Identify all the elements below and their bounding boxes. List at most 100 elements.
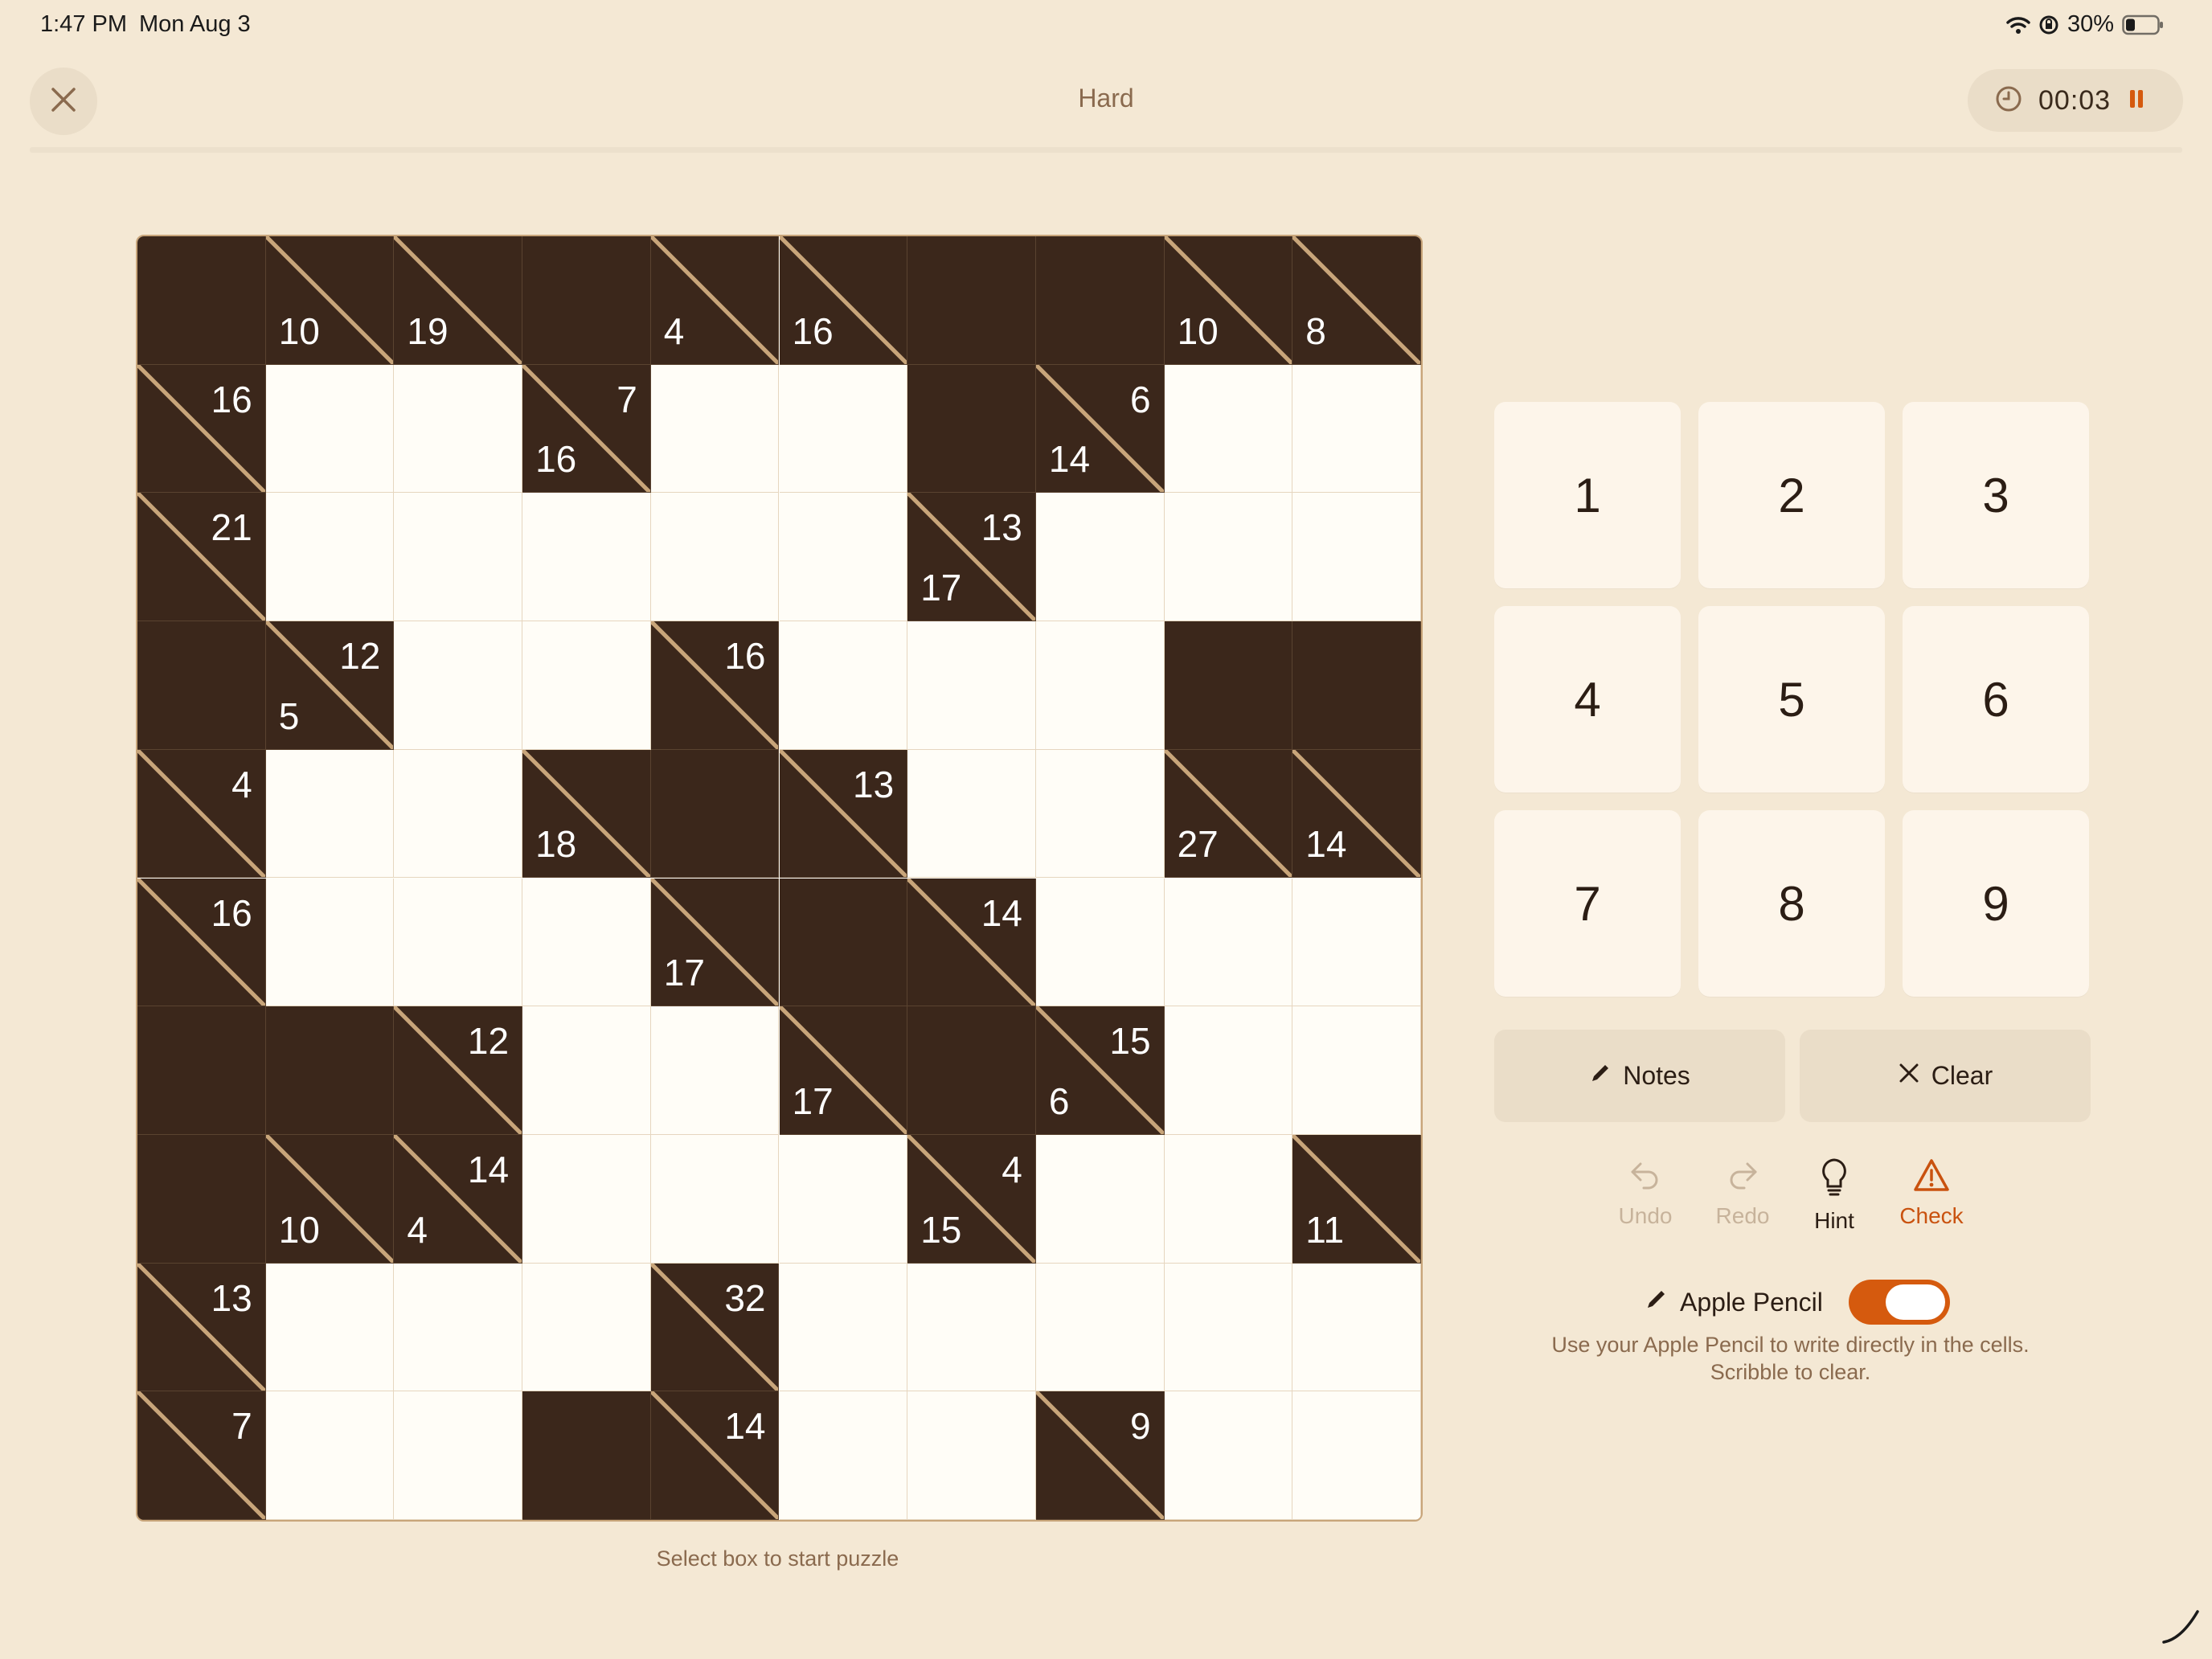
apple-pencil-toggle[interactable] bbox=[1848, 1280, 1950, 1325]
entry-cell[interactable] bbox=[265, 493, 395, 622]
difficulty-title: Hard bbox=[1078, 84, 1134, 113]
entry-cell[interactable] bbox=[1164, 364, 1293, 494]
entry-cell[interactable] bbox=[1292, 1263, 1421, 1392]
across-clue: 21 bbox=[211, 506, 252, 549]
clue-cell: 4 bbox=[650, 236, 780, 365]
entry-cell[interactable] bbox=[779, 621, 908, 750]
timer-value: 00:03 bbox=[2038, 84, 2112, 116]
entry-cell[interactable] bbox=[394, 364, 523, 494]
entry-cell[interactable] bbox=[265, 1391, 395, 1520]
entry-cell[interactable] bbox=[1035, 493, 1165, 622]
lightbulb-icon bbox=[1820, 1157, 1849, 1203]
across-clue: 32 bbox=[724, 1276, 766, 1319]
pause-icon[interactable] bbox=[2128, 88, 2144, 114]
key-6[interactable]: 6 bbox=[1903, 606, 2089, 793]
blocked-cell bbox=[1292, 621, 1421, 750]
clue-cell: 14 bbox=[1292, 749, 1421, 879]
entry-cell[interactable] bbox=[1292, 364, 1421, 494]
timer[interactable]: 00:03 bbox=[1968, 69, 2183, 132]
entry-cell[interactable] bbox=[265, 749, 395, 879]
entry-cell[interactable] bbox=[907, 1263, 1036, 1392]
entry-cell[interactable] bbox=[522, 1134, 651, 1264]
clue-cell: 17 bbox=[650, 878, 780, 1007]
key-8[interactable]: 8 bbox=[1698, 810, 1885, 997]
clue-cell: 16 bbox=[137, 364, 266, 494]
redo-icon bbox=[1725, 1157, 1760, 1198]
entry-cell[interactable] bbox=[1164, 1263, 1293, 1392]
entry-cell[interactable] bbox=[394, 749, 523, 879]
entry-cell[interactable] bbox=[779, 1391, 908, 1520]
entry-cell[interactable] bbox=[1292, 493, 1421, 622]
entry-cell[interactable] bbox=[1164, 1006, 1293, 1135]
entry-cell[interactable] bbox=[1035, 749, 1165, 879]
apple-pencil-description-line1: Use your Apple Pencil to write directly … bbox=[1551, 1333, 2030, 1357]
entry-cell[interactable] bbox=[1164, 493, 1293, 622]
blocked-cell bbox=[779, 878, 908, 1007]
clue-cell: 32 bbox=[650, 1263, 780, 1392]
entry-cell[interactable] bbox=[394, 493, 523, 622]
check-button[interactable]: Check bbox=[1887, 1157, 1976, 1229]
entry-cell[interactable] bbox=[779, 364, 908, 494]
notes-button[interactable]: Notes bbox=[1494, 1030, 1785, 1122]
key-1[interactable]: 1 bbox=[1494, 402, 1681, 588]
battery-icon bbox=[2122, 14, 2164, 35]
entry-cell[interactable] bbox=[907, 1391, 1036, 1520]
entry-cell[interactable] bbox=[650, 1134, 780, 1264]
clear-button[interactable]: Clear bbox=[1800, 1030, 2091, 1122]
entry-cell[interactable] bbox=[394, 621, 523, 750]
entry-cell[interactable] bbox=[1292, 878, 1421, 1007]
entry-cell[interactable] bbox=[265, 1263, 395, 1392]
key-3[interactable]: 3 bbox=[1903, 402, 2089, 588]
entry-cell[interactable] bbox=[650, 493, 780, 622]
entry-cell[interactable] bbox=[394, 878, 523, 1007]
entry-cell[interactable] bbox=[394, 1391, 523, 1520]
entry-cell[interactable] bbox=[265, 364, 395, 494]
apple-pencil-row: Apple Pencil bbox=[1645, 1280, 1950, 1325]
entry-cell[interactable] bbox=[650, 364, 780, 494]
key-2[interactable]: 2 bbox=[1698, 402, 1885, 588]
key-4[interactable]: 4 bbox=[1494, 606, 1681, 793]
entry-cell[interactable] bbox=[1035, 621, 1165, 750]
entry-cell[interactable] bbox=[1164, 1391, 1293, 1520]
hint-button[interactable]: Hint bbox=[1790, 1157, 1878, 1234]
clue-cell: 8 bbox=[1292, 236, 1421, 365]
blocked-cell bbox=[907, 1006, 1036, 1135]
clue-cell: 27 bbox=[1164, 749, 1293, 879]
redo-button[interactable]: Redo bbox=[1698, 1157, 1787, 1229]
entry-cell[interactable] bbox=[779, 1134, 908, 1264]
entry-cell[interactable] bbox=[1164, 1134, 1293, 1264]
entry-cell[interactable] bbox=[650, 1006, 780, 1135]
clue-cell: 10 bbox=[1164, 236, 1293, 365]
entry-cell[interactable] bbox=[907, 621, 1036, 750]
entry-cell[interactable] bbox=[1292, 1006, 1421, 1135]
clear-label: Clear bbox=[1931, 1061, 1993, 1090]
entry-cell[interactable] bbox=[1292, 1391, 1421, 1520]
entry-cell[interactable] bbox=[1164, 878, 1293, 1007]
clue-cell: 19 bbox=[394, 236, 523, 365]
key-5[interactable]: 5 bbox=[1698, 606, 1885, 793]
entry-cell[interactable] bbox=[394, 1263, 523, 1392]
down-clue: 14 bbox=[1048, 438, 1091, 481]
undo-button[interactable]: Undo bbox=[1601, 1157, 1690, 1229]
entry-cell[interactable] bbox=[1035, 878, 1165, 1007]
entry-cell[interactable] bbox=[265, 878, 395, 1007]
key-7[interactable]: 7 bbox=[1494, 810, 1681, 997]
entry-cell[interactable] bbox=[522, 1263, 651, 1392]
entry-cell[interactable] bbox=[1035, 1263, 1165, 1392]
entry-cell[interactable] bbox=[522, 1006, 651, 1135]
across-clue: 13 bbox=[211, 1276, 252, 1319]
down-clue: 16 bbox=[792, 309, 834, 352]
select-hint: Select box to start puzzle bbox=[656, 1546, 899, 1571]
entry-cell[interactable] bbox=[779, 1263, 908, 1392]
entry-cell[interactable] bbox=[522, 878, 651, 1007]
entry-cell[interactable] bbox=[779, 493, 908, 622]
entry-cell[interactable] bbox=[522, 621, 651, 750]
entry-cell[interactable] bbox=[907, 749, 1036, 879]
entry-cell[interactable] bbox=[522, 493, 651, 622]
key-9[interactable]: 9 bbox=[1903, 810, 2089, 997]
entry-cell[interactable] bbox=[1035, 1134, 1165, 1264]
clue-cell: 10 bbox=[265, 236, 395, 365]
across-clue: 7 bbox=[231, 1405, 252, 1448]
down-clue: 5 bbox=[278, 694, 300, 737]
toggle-knob bbox=[1885, 1284, 1945, 1320]
